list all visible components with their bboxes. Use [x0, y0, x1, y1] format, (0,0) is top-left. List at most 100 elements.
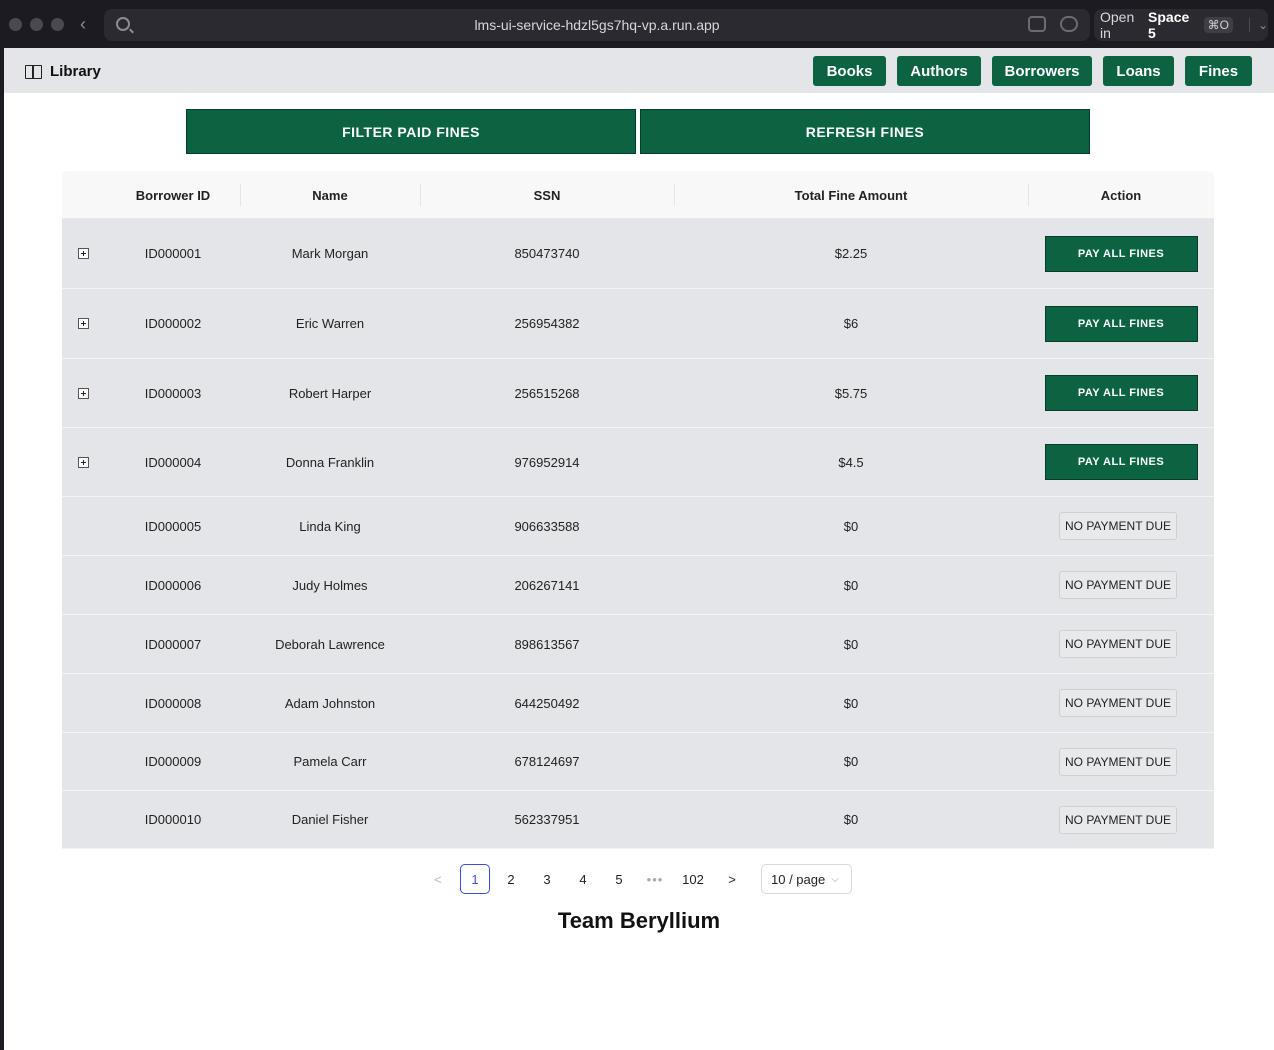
page: Library Books Authors Borrowers Loans Fi… [4, 48, 1274, 1050]
table-row: ID000004 Donna Franklin 976952914 $4.5 PAY A… [62, 428, 1214, 497]
open-in-label: Open in [1100, 9, 1135, 41]
refresh-fines-button[interactable]: REFRESH FINES [640, 109, 1090, 154]
table-row: ID000005 Linda King 906633588 $0 NO PAYMENT … [62, 497, 1214, 556]
table-row: ID000009 Pamela Carr 678124697 $0 NO PAYMENT… [62, 733, 1214, 791]
table-row: ID000008 Adam Johnston 644250492 $0 NO PAYME… [62, 674, 1214, 733]
nav-loans-button[interactable]: Loans [1103, 56, 1174, 86]
prev-page-button[interactable]: < [423, 864, 453, 894]
fine-amount-cell: $2.25 [834, 246, 868, 261]
name-cell: Linda King [299, 518, 361, 534]
no-payment-due-badge: NO PAYMENT DUE [1058, 512, 1177, 540]
open-in-space-button[interactable]: Open in Space 5 ⌘O ⌄ [1094, 9, 1268, 41]
table-row: ID000003 Robert Harper 256515268 $5.75 PAY A… [62, 359, 1214, 428]
link-icon[interactable] [1060, 16, 1078, 32]
expand-row-icon[interactable] [78, 456, 89, 468]
name-cell: Mark Morgan [291, 246, 369, 261]
page-size-select[interactable]: 10 / page ⌵ [761, 864, 852, 894]
action-cell: NO PAYMENT DUE [1028, 497, 1208, 555]
name-cell: Donna Franklin [285, 454, 375, 470]
fine-amount-cell: $0 [843, 695, 859, 711]
share-icon[interactable] [1028, 16, 1046, 32]
borrower-id-cell: ID000010 [144, 812, 202, 827]
column-header-name: Name [312, 187, 348, 203]
name-cell: Daniel Fisher [291, 812, 369, 827]
page-3-button[interactable]: 3 [532, 864, 562, 894]
no-payment-due-badge: NO PAYMENT DUE [1058, 747, 1177, 776]
minimize-window-button[interactable] [30, 18, 43, 31]
page-size-value: 10 / page [771, 871, 826, 887]
ssn-cell: 206267141 [514, 577, 580, 593]
fine-amount-cell: $4.5 [838, 454, 864, 470]
back-icon[interactable]: ‹ [80, 14, 86, 35]
pay-all-fines-button[interactable]: PAY ALL FINES [1044, 444, 1198, 480]
page-5-button[interactable]: 5 [604, 864, 634, 894]
no-payment-due-badge: NO PAYMENT DUE [1058, 571, 1177, 599]
zoom-window-button[interactable] [51, 18, 64, 31]
ssn-cell: 256515268 [514, 385, 580, 401]
no-payment-due-badge: NO PAYMENT DUE [1058, 630, 1177, 658]
fine-amount-cell: $0 [843, 754, 859, 769]
fine-amount-cell: $0 [843, 812, 859, 827]
borrower-id-cell: ID000009 [144, 754, 202, 769]
pay-all-fines-button[interactable]: PAY ALL FINES [1044, 305, 1198, 342]
borrower-id-cell: ID000003 [144, 385, 202, 401]
action-cell: NO PAYMENT DUE [1028, 733, 1208, 790]
table-row: ID000007 Deborah Lawrence 898613567 $0 NO PA… [62, 615, 1214, 674]
borrower-id-cell: ID000005 [144, 518, 202, 534]
borrower-id-cell: ID000001 [144, 246, 202, 261]
url-text: lms-ui-service-hdzl5gs7hq-vp.a.run.app [474, 17, 720, 33]
pay-all-fines-button[interactable]: PAY ALL FINES [1044, 375, 1198, 411]
fine-amount-cell: $0 [843, 636, 859, 652]
table-header: Borrower ID Name SSN Total Fine Amount A… [62, 171, 1214, 219]
column-header-action: Action [1100, 187, 1142, 203]
action-cell: PAY ALL FINES [1028, 359, 1214, 427]
fine-amount-cell: $5.75 [834, 385, 868, 401]
ssn-cell: 976952914 [514, 454, 580, 470]
name-cell: Deborah Lawrence [275, 636, 385, 652]
name-cell: Robert Harper [288, 385, 372, 401]
action-cell: NO PAYMENT DUE [1028, 615, 1208, 673]
nav-books-button[interactable]: Books [813, 56, 886, 86]
borrower-id-cell: ID000007 [144, 636, 202, 652]
app-header: Library Books Authors Borrowers Loans Fi… [4, 48, 1274, 93]
address-bar[interactable]: lms-ui-service-hdzl5gs7hq-vp.a.run.app [104, 9, 1090, 41]
filter-paid-fines-button[interactable]: FILTER PAID FINES [186, 109, 636, 154]
name-cell: Pamela Carr [293, 754, 367, 769]
action-cell: NO PAYMENT DUE [1028, 674, 1208, 732]
brand[interactable]: Library [25, 63, 101, 80]
borrower-id-cell: ID000006 [144, 577, 202, 593]
fine-amount-cell: $0 [843, 518, 859, 534]
nav-borrowers-button[interactable]: Borrowers [992, 56, 1092, 86]
expand-row-icon[interactable] [78, 318, 89, 329]
expand-row-icon[interactable] [78, 248, 89, 259]
nav-authors-button[interactable]: Authors [897, 56, 981, 86]
nav-fines-button[interactable]: Fines [1185, 56, 1252, 86]
action-cell: PAY ALL FINES [1028, 219, 1214, 288]
action-cell: NO PAYMENT DUE [1028, 791, 1208, 848]
next-page-button[interactable]: > [717, 864, 747, 894]
action-cell: PAY ALL FINES [1028, 289, 1214, 358]
window-controls [9, 18, 64, 31]
borrower-id-cell: ID000002 [144, 316, 202, 331]
jump-next-pages-button[interactable]: ••• [640, 864, 670, 894]
column-header-total-fine: Total Fine Amount [794, 187, 908, 203]
ssn-cell: 256954382 [514, 316, 580, 331]
table-row: ID000006 Judy Holmes 206267141 $0 NO PAYMENT… [62, 556, 1214, 615]
brand-label: Library [50, 63, 101, 80]
browser-toolbar: ‹ lms-ui-service-hdzl5gs7hq-vp.a.run.app… [0, 0, 1274, 48]
table-row: ID000001 Mark Morgan 850473740 $2.25 PAY ALL… [62, 219, 1214, 289]
borrower-id-cell: ID000008 [144, 695, 202, 711]
pay-all-fines-button[interactable]: PAY ALL FINES [1044, 235, 1198, 272]
action-cell: PAY ALL FINES [1028, 428, 1214, 496]
page-last-button[interactable]: 102 [676, 864, 710, 894]
book-icon [25, 64, 42, 79]
no-payment-due-badge: NO PAYMENT DUE [1058, 689, 1177, 717]
page-1-button[interactable]: 1 [460, 864, 490, 894]
expand-row-icon[interactable] [78, 387, 89, 399]
page-2-button[interactable]: 2 [496, 864, 526, 894]
page-4-button[interactable]: 4 [568, 864, 598, 894]
table-body: ID000001 Mark Morgan 850473740 $2.25 PAY ALL… [62, 219, 1214, 849]
chevron-down-icon[interactable]: ⌄ [1248, 18, 1268, 32]
ssn-cell: 644250492 [514, 695, 580, 711]
close-window-button[interactable] [9, 18, 22, 31]
